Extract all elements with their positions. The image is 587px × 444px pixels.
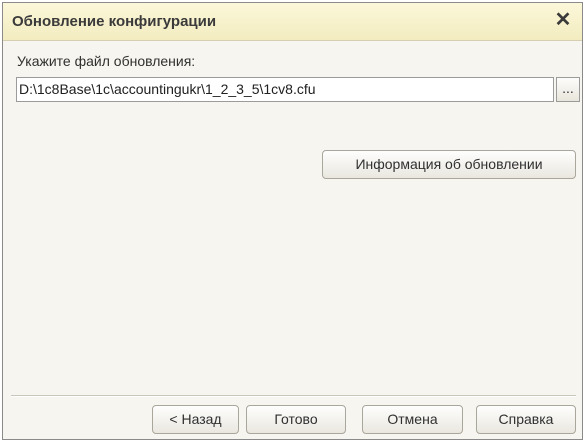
title-bar: Обновление конфигурации ✕ — [3, 3, 582, 41]
browse-button[interactable]: ... — [556, 77, 580, 102]
update-configuration-dialog: Обновление конфигурации ✕ Укажите файл о… — [2, 2, 583, 440]
footer-separator — [11, 395, 576, 397]
finish-button[interactable]: Готово — [246, 405, 346, 434]
close-icon[interactable]: ✕ — [552, 9, 574, 31]
file-prompt-label: Укажите файл обновления: — [17, 53, 196, 69]
back-button[interactable]: < Назад — [152, 405, 239, 434]
dialog-title: Обновление конфигурации — [12, 13, 217, 30]
update-info-button[interactable]: Информация об обновлении — [322, 150, 576, 179]
cancel-button[interactable]: Отмена — [362, 405, 463, 434]
help-button[interactable]: Справка — [476, 405, 576, 434]
update-file-path-input[interactable]: D:\1c8Base\1c\accountingukr\1_2_3_5\1cv8… — [16, 77, 554, 102]
